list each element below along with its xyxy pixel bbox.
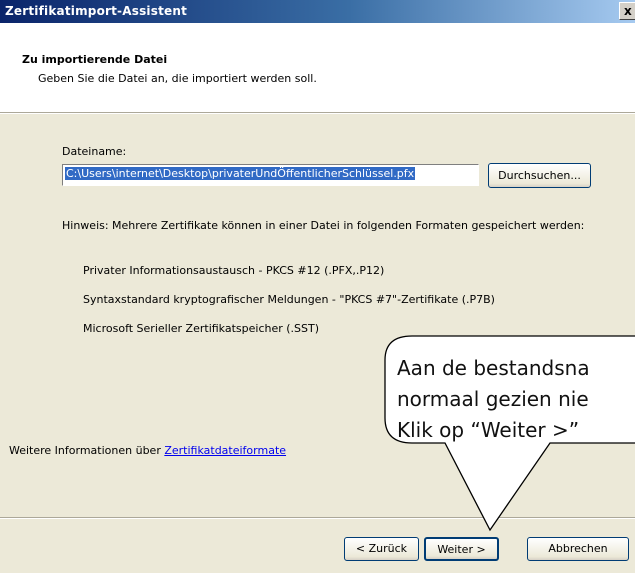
header-subtitle: Geben Sie die Datei an, die importiert w… [38,72,317,85]
filename-input[interactable]: C:\Users\internet\Desktop\privaterUndÖff… [62,164,479,186]
title-bar[interactable]: Zertifikatimport-Assistent x [0,0,635,23]
window-title: Zertifikatimport-Assistent [5,4,188,18]
format-item-sst: Microsoft Serieller Zertifikatspeicher (… [83,322,320,335]
header-separator [0,112,635,114]
close-button[interactable]: x [619,2,635,20]
footer-separator [0,517,635,519]
header-title: Zu importierende Datei [22,53,168,66]
more-info-prefix: Weitere Informationen über [9,444,165,457]
wizard-window: Zertifikatimport-Assistent x Zu importie… [0,0,635,573]
hint-text: Hinweis: Mehrere Zertifikate können in e… [62,219,585,232]
filename-value: C:\Users\internet\Desktop\privaterUndÖff… [65,167,416,180]
browse-button[interactable]: Durchsuchen... [488,163,591,188]
callout-line-3: Klik op “Weiter >” [397,418,580,442]
back-button[interactable]: < Zurück [344,537,419,561]
file-formats-link[interactable]: Zertifikatdateiformate [164,444,286,457]
format-item-p7b: Syntaxstandard kryptografischer Meldunge… [83,293,495,306]
more-info-text: Weitere Informationen über Zertifikatdat… [9,444,286,457]
wizard-header: Zu importierende Datei Geben Sie die Dat… [0,23,635,112]
filename-label: Dateiname: [62,145,127,158]
callout-line-1: Aan de bestandsna [397,356,590,380]
cancel-button[interactable]: Abbrechen [527,537,629,561]
callout-text-area: Aan de bestandsna normaal gezien nie Kli… [385,342,635,442]
next-button[interactable]: Weiter > [424,537,499,561]
callout-line-2: normaal gezien nie [397,387,589,411]
close-icon: x [624,4,632,18]
format-item-pfx: Privater Informationsaustausch - PKCS #1… [83,264,385,277]
